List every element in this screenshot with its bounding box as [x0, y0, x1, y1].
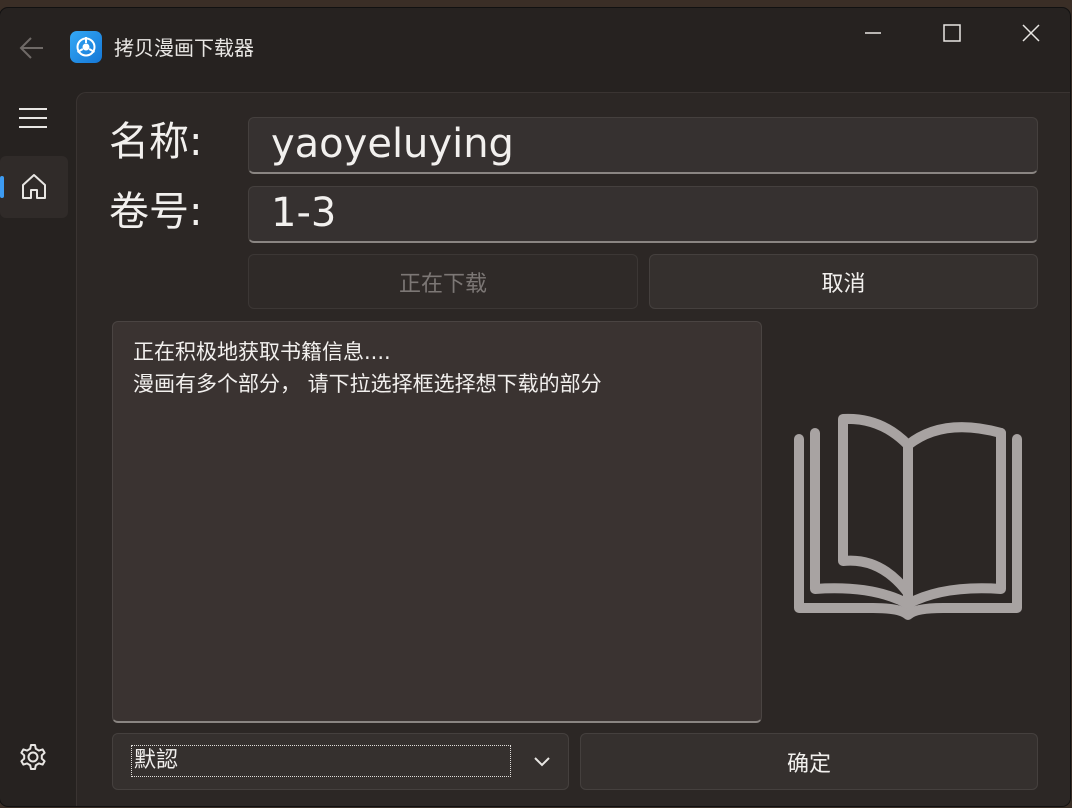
- log-line: 正在积极地获取书籍信息....: [133, 340, 391, 364]
- close-icon: [1022, 24, 1040, 42]
- log-output[interactable]: 正在积极地获取书籍信息.... 漫画有多个部分， 请下拉选择框选择想下载的部分: [112, 321, 762, 723]
- back-button[interactable]: [14, 30, 50, 66]
- download-button[interactable]: 正在下载: [248, 254, 638, 309]
- gear-icon: [20, 744, 46, 770]
- minimize-button[interactable]: [838, 8, 908, 58]
- part-select-value: 默認: [131, 745, 511, 777]
- home-icon: [22, 174, 46, 199]
- part-select[interactable]: 默認: [112, 733, 569, 790]
- nav-settings-button[interactable]: [12, 736, 54, 778]
- cancel-button[interactable]: 取消: [649, 254, 1038, 309]
- nav-selection-indicator: [0, 176, 4, 198]
- volume-input[interactable]: 1-3: [248, 186, 1038, 243]
- minimize-icon: [865, 32, 881, 34]
- volume-label: 卷号:: [109, 189, 203, 235]
- app-title: 拷贝漫画下载器: [114, 36, 254, 60]
- app-logo-icon: [70, 31, 102, 63]
- title-bar: 拷贝漫画下载器: [0, 8, 1070, 88]
- book-icon: [794, 413, 1022, 620]
- app-window: 拷贝漫画下载器 名称: yaoyeluying 卷号: 1-3 正在下载 取消 …: [0, 8, 1070, 806]
- main-content: 名称: yaoyeluying 卷号: 1-3 正在下载 取消 正在积极地获取书…: [76, 92, 1070, 806]
- close-button[interactable]: [996, 8, 1066, 58]
- part-select-toggle[interactable]: [530, 750, 554, 774]
- log-line: 漫画有多个部分， 请下拉选择框选择想下载的部分: [133, 372, 602, 396]
- back-arrow-icon: [19, 37, 43, 59]
- hamburger-menu-icon: [19, 108, 47, 128]
- name-label: 名称:: [109, 119, 203, 165]
- confirm-button[interactable]: 确定: [580, 733, 1038, 790]
- maximize-button[interactable]: [917, 8, 987, 58]
- chevron-down-icon: [534, 757, 550, 767]
- nav-menu-button[interactable]: [4, 98, 62, 138]
- maximize-icon: [943, 24, 961, 42]
- nav-item-home[interactable]: [0, 156, 68, 218]
- name-input[interactable]: yaoyeluying: [248, 117, 1038, 174]
